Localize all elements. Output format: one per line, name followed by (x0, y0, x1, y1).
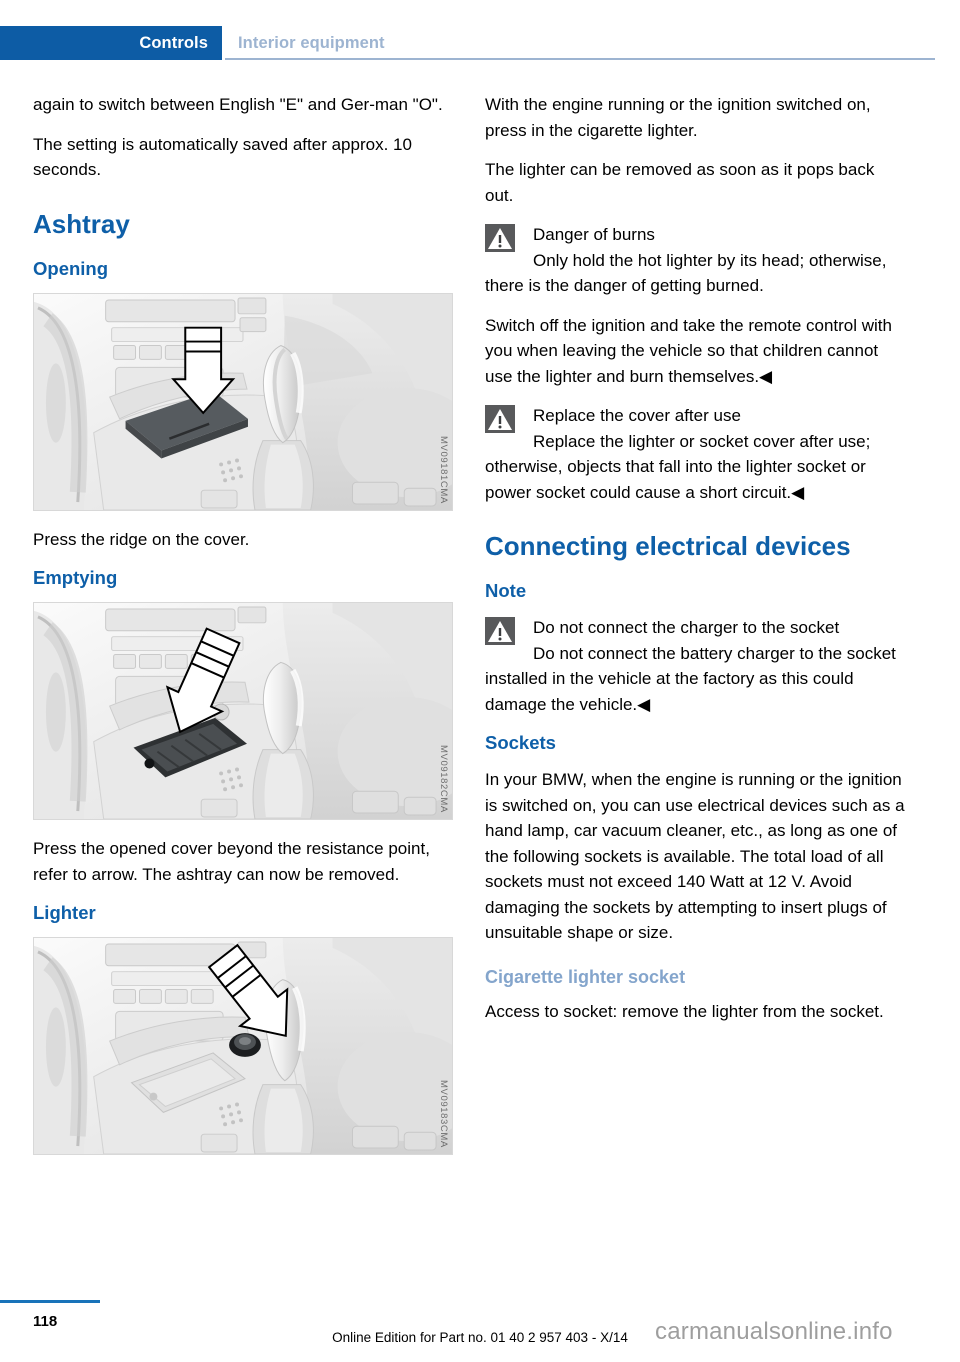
watermark: carmanualsonline.info (655, 1318, 893, 1345)
heading-lighter: Lighter (33, 902, 96, 923)
heading-cigarette-lighter-socket: Cigarette lighter socket (485, 966, 686, 987)
illustration-console-opening (34, 293, 452, 510)
footer-divider (0, 1300, 100, 1303)
heading-sockets: Sockets (485, 732, 556, 753)
illustration-console-emptying (34, 603, 452, 819)
right-column: With the engine running or the ignition … (485, 92, 905, 1038)
warning-do-not-connect-charger: Do not connect the charger to the socket… (485, 615, 905, 717)
figure-ashtray-opening: MV09181CMA (33, 292, 453, 511)
paragraph-sockets: In your BMW, when the engine is running … (485, 770, 905, 942)
figure-code-lighter: MV09183CMA (438, 1080, 449, 1148)
warning-triangle-glyph (485, 617, 515, 645)
figure-code-emptying: MV09182CMA (438, 745, 449, 813)
warning-replace-cover: Replace the cover after use Replace the … (485, 403, 905, 505)
header-chapter-label: Controls (139, 33, 208, 52)
warning-triangle-icon (485, 224, 515, 252)
page-header: Controls Interior equipment (0, 26, 960, 60)
page-number: 118 (33, 1313, 58, 1330)
warning-title: Danger of burns (533, 225, 655, 244)
warning-triangle-glyph (485, 224, 515, 252)
header-divider (225, 58, 935, 60)
manual-page: Controls Interior equipment again to swi… (0, 0, 960, 1362)
header-chapter-tab: Controls (0, 26, 222, 60)
paragraph-language-toggle: again to switch between English "E" and … (33, 95, 443, 114)
warning-body: Only hold the hot lighter by its head; o… (485, 250, 887, 296)
paragraph-press-lighter: With the engine running or the ignition … (485, 95, 871, 140)
header-section-label: Interior equipment (238, 33, 385, 52)
warning-triangle-icon (485, 617, 515, 645)
warning-body: Replace the lighter or socket cover afte… (485, 431, 871, 502)
figure-lighter: MV09183CMA (33, 937, 453, 1155)
warning-body: Do not connect the battery charger to th… (485, 643, 896, 714)
warning-danger-of-burns: Danger of burns Only hold the hot lighte… (485, 222, 905, 299)
paragraph-cigarette-lighter-socket: Access to socket: remove the lighter fro… (485, 1001, 884, 1021)
illustration-console-lighter (34, 938, 452, 1154)
header-section: Interior equipment (238, 26, 385, 60)
caption-opening: Press the ridge on the cover. (33, 529, 250, 549)
warning-title: Do not connect the charger to the socket (533, 618, 840, 637)
figure-code-opening: MV09181CMA (438, 435, 449, 504)
warning-title: Replace the cover after use (533, 406, 741, 425)
heading-connecting-electrical-devices: Connecting electrical devices (485, 531, 851, 561)
caption-emptying: Press the opened cover beyond the resist… (33, 839, 430, 884)
warning-triangle-icon (485, 405, 515, 433)
paragraph-lighter-pops-out: The lighter can be removed as soon as it… (485, 160, 875, 205)
heading-ashtray: Ashtray (33, 208, 130, 239)
figure-ashtray-emptying: MV09182CMA (33, 602, 453, 820)
paragraph-switch-off-ignition: Switch off the ignition and take the rem… (485, 315, 892, 386)
heading-opening: Opening (33, 257, 109, 279)
heading-emptying: Emptying (33, 567, 118, 588)
left-column: again to switch between English "E" and … (33, 92, 453, 1171)
heading-note: Note (485, 580, 527, 601)
paragraph-autosave: The setting is automatically saved after… (33, 134, 412, 180)
warning-triangle-glyph (485, 405, 515, 433)
